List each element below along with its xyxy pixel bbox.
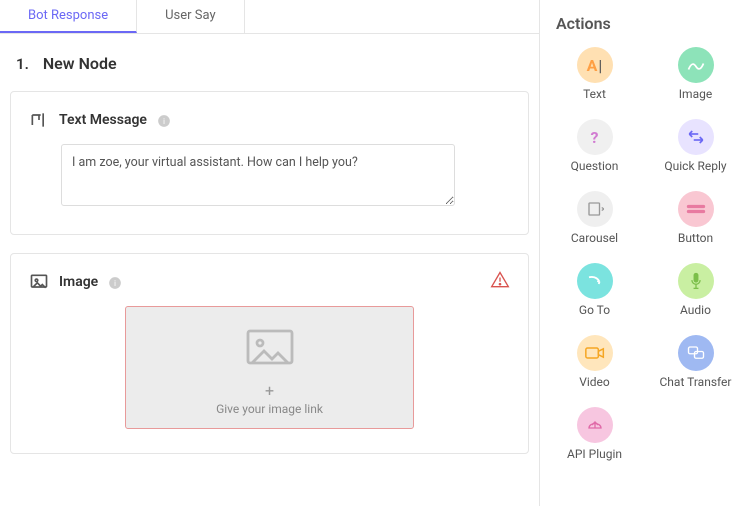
image-card-title: Image bbox=[59, 274, 98, 290]
image-dropzone[interactable]: + Give your image link bbox=[125, 306, 414, 429]
action-carousel[interactable]: Carousel bbox=[546, 191, 643, 245]
text-action-icon: A| bbox=[577, 47, 613, 83]
goto-action-icon bbox=[577, 263, 613, 299]
action-image[interactable]: Image bbox=[647, 47, 744, 101]
warning-icon bbox=[490, 270, 510, 294]
action-label: Audio bbox=[680, 303, 711, 317]
image-action-icon bbox=[678, 47, 714, 83]
carousel-action-icon bbox=[577, 191, 613, 227]
svg-text:i: i bbox=[163, 117, 165, 126]
action-video[interactable]: Video bbox=[546, 335, 643, 389]
action-text[interactable]: A| Text bbox=[546, 47, 643, 101]
image-card: Image i + Give your image link bbox=[10, 253, 529, 454]
audio-action-icon bbox=[678, 263, 714, 299]
action-label: Chat Transfer bbox=[660, 375, 732, 389]
main-panel: Bot Response User Say 1. New Node Text M… bbox=[0, 0, 540, 506]
image-placeholder-icon bbox=[246, 329, 294, 373]
image-icon bbox=[29, 272, 49, 292]
quick-reply-action-icon bbox=[678, 119, 714, 155]
text-message-card: Text Message i bbox=[10, 91, 529, 235]
image-placeholder-text: Give your image link bbox=[216, 402, 323, 416]
node-number: 1. bbox=[16, 55, 29, 73]
button-action-icon bbox=[678, 191, 714, 227]
svg-text:i: i bbox=[114, 279, 116, 288]
action-quick-reply[interactable]: Quick Reply bbox=[647, 119, 744, 173]
action-label: Image bbox=[679, 87, 712, 101]
tabs: Bot Response User Say bbox=[0, 0, 539, 34]
video-action-icon bbox=[577, 335, 613, 371]
action-label: Text bbox=[583, 87, 606, 101]
text-message-input[interactable] bbox=[61, 144, 455, 206]
action-label: Question bbox=[571, 159, 619, 173]
node-name: New Node bbox=[43, 54, 117, 73]
tab-user-say[interactable]: User Say bbox=[137, 0, 245, 33]
info-icon[interactable]: i bbox=[108, 275, 122, 289]
plus-icon: + bbox=[265, 381, 274, 400]
action-audio[interactable]: Audio bbox=[647, 263, 744, 317]
action-label: API Plugin bbox=[567, 447, 622, 461]
action-label: Carousel bbox=[571, 231, 618, 245]
info-icon[interactable]: i bbox=[157, 113, 171, 127]
sidebar-title: Actions bbox=[556, 14, 744, 33]
action-label: Button bbox=[678, 231, 713, 245]
question-action-icon: ? bbox=[577, 119, 613, 155]
tab-bot-response[interactable]: Bot Response bbox=[0, 0, 137, 33]
text-icon bbox=[29, 110, 49, 130]
action-button[interactable]: Button bbox=[647, 191, 744, 245]
actions-sidebar: Actions A| Text Image ? Question Quick R… bbox=[540, 0, 750, 506]
text-card-title: Text Message bbox=[59, 112, 147, 128]
action-label: Go To bbox=[579, 303, 610, 317]
action-api-plugin[interactable]: API Plugin bbox=[546, 407, 643, 461]
action-goto[interactable]: Go To bbox=[546, 263, 643, 317]
api-plugin-action-icon bbox=[577, 407, 613, 443]
chat-transfer-action-icon bbox=[678, 335, 714, 371]
action-question[interactable]: ? Question bbox=[546, 119, 643, 173]
action-label: Video bbox=[579, 375, 610, 389]
action-chat-transfer[interactable]: Chat Transfer bbox=[647, 335, 744, 389]
action-label: Quick Reply bbox=[664, 159, 726, 173]
node-title-row: 1. New Node bbox=[10, 54, 529, 73]
